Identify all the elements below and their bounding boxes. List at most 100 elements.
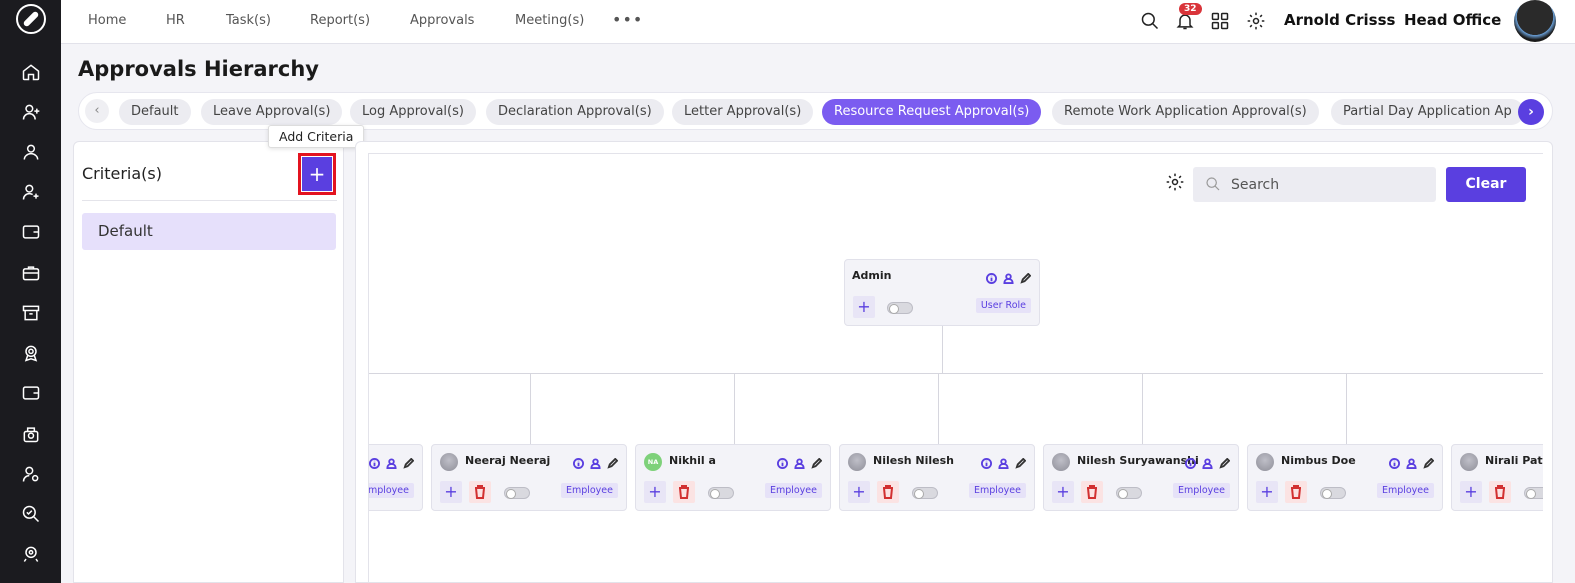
trash-icon	[679, 485, 689, 499]
trash-icon	[1495, 485, 1505, 499]
user-add-icon[interactable]	[20, 101, 42, 123]
hierarchy-node-nilesh-nilesh: Nilesh Nilesh + Employee	[839, 444, 1035, 511]
delete-button[interactable]	[1489, 481, 1511, 503]
edit-icon[interactable]	[1020, 269, 1032, 284]
info-icon[interactable]	[981, 454, 992, 469]
clear-button[interactable]: Clear	[1446, 167, 1526, 202]
add-child-button[interactable]: +	[440, 481, 462, 503]
search-icon[interactable]	[1140, 11, 1160, 31]
chevron-right-icon[interactable]: ›	[1518, 99, 1544, 125]
edit-icon[interactable]	[403, 454, 415, 469]
role-badge: Employee	[560, 483, 618, 498]
card-icon[interactable]	[20, 382, 42, 404]
add-child-button[interactable]: +	[848, 481, 870, 503]
delete-button[interactable]	[877, 481, 899, 503]
nav-reports[interactable]: Report(s)	[310, 13, 370, 28]
status-toggle[interactable]	[504, 487, 530, 499]
status-toggle[interactable]	[912, 487, 938, 499]
status-toggle[interactable]	[1524, 487, 1543, 499]
node-name: Admin	[852, 269, 892, 282]
badge-icon[interactable]	[20, 342, 42, 364]
criteria-panel: Criteria(s) + Default	[73, 141, 344, 583]
person-icon[interactable]	[386, 454, 397, 469]
info-icon[interactable]	[573, 454, 584, 469]
left-sidebar	[0, 0, 61, 583]
home-icon[interactable]	[20, 61, 42, 83]
hierarchy-settings-icon[interactable]	[1165, 172, 1185, 192]
hierarchy-node-nilesh-suryawanshi: Nilesh Suryawanshi + Employee	[1043, 444, 1239, 511]
add-child-button[interactable]: +	[1052, 481, 1074, 503]
tab-leave-approvals[interactable]: Leave Approval(s)	[201, 99, 343, 125]
add-child-button[interactable]: +	[644, 481, 666, 503]
trash-icon	[475, 485, 485, 499]
gift-icon[interactable]	[20, 423, 42, 445]
add-child-button[interactable]: +	[1460, 481, 1482, 503]
gear-icon[interactable]	[1246, 11, 1266, 31]
edit-icon[interactable]	[1423, 454, 1435, 469]
chevron-left-icon[interactable]: ‹	[85, 99, 109, 123]
delete-button[interactable]	[1081, 481, 1103, 503]
tab-default[interactable]: Default	[119, 99, 191, 125]
edit-icon[interactable]	[1015, 454, 1027, 469]
status-toggle[interactable]	[708, 487, 734, 499]
info-icon[interactable]	[1185, 454, 1196, 469]
info-icon[interactable]	[1389, 454, 1400, 469]
info-icon[interactable]	[777, 454, 788, 469]
hierarchy-node-neeraj-neeraj: Neeraj Neeraj + Employee	[431, 444, 627, 511]
wallet-icon[interactable]	[20, 221, 42, 243]
role-badge: mployee	[369, 483, 414, 498]
user-name[interactable]: Arnold Crisss	[1284, 11, 1395, 29]
tree-line	[1142, 373, 1143, 444]
tab-log-approvals[interactable]: Log Approval(s)	[350, 99, 476, 125]
nav-hr[interactable]: HR	[166, 13, 185, 28]
person-icon[interactable]	[1003, 269, 1014, 284]
apps-grid-icon[interactable]	[1210, 11, 1230, 31]
app-logo-icon[interactable]	[16, 4, 46, 34]
person-icon[interactable]	[1202, 454, 1213, 469]
person-icon[interactable]	[590, 454, 601, 469]
person-icon[interactable]	[998, 454, 1009, 469]
status-toggle[interactable]	[1116, 487, 1142, 499]
nav-meetings[interactable]: Meeting(s)	[515, 13, 584, 28]
avatar[interactable]	[1514, 0, 1556, 42]
hierarchy-node-nirali-patel: Nirali Pate +	[1451, 444, 1543, 511]
node-actions	[777, 454, 823, 469]
nav-approvals[interactable]: Approvals	[410, 13, 474, 28]
edit-icon[interactable]	[607, 454, 619, 469]
status-toggle[interactable]	[1320, 487, 1346, 499]
tab-remote-work-approvals[interactable]: Remote Work Application Approval(s)	[1052, 99, 1319, 125]
office-name[interactable]: Head Office	[1404, 11, 1501, 29]
node-actions	[981, 454, 1027, 469]
tab-partial-day-approvals[interactable]: Partial Day Application Ap	[1331, 99, 1524, 125]
more-menu-icon[interactable]: •••	[612, 10, 643, 29]
nav-home[interactable]: Home	[88, 13, 126, 28]
briefcase-icon[interactable]	[20, 262, 42, 284]
user-gear-icon[interactable]	[20, 463, 42, 485]
search-check-icon[interactable]	[20, 503, 42, 525]
delete-button[interactable]	[673, 481, 695, 503]
search-input[interactable]	[1231, 167, 1427, 202]
criteria-item-default[interactable]: Default	[82, 213, 336, 250]
headset-icon[interactable]	[20, 543, 42, 565]
tab-declaration-approvals[interactable]: Declaration Approval(s)	[486, 99, 664, 125]
hierarchy-node: mployee	[369, 444, 423, 511]
person-icon[interactable]	[794, 454, 805, 469]
user-plus-icon[interactable]	[20, 181, 42, 203]
delete-button[interactable]	[469, 481, 491, 503]
add-criteria-button[interactable]: +	[298, 153, 336, 195]
edit-icon[interactable]	[811, 454, 823, 469]
add-child-button[interactable]: +	[1256, 481, 1278, 503]
edit-icon[interactable]	[1219, 454, 1231, 469]
criteria-title: Criteria(s)	[82, 164, 162, 183]
info-icon[interactable]	[369, 454, 380, 469]
status-toggle[interactable]	[887, 302, 913, 314]
tab-resource-request-approvals[interactable]: Resource Request Approval(s)	[822, 99, 1042, 125]
nav-tasks[interactable]: Task(s)	[226, 13, 271, 28]
tab-letter-approvals[interactable]: Letter Approval(s)	[672, 99, 814, 125]
add-child-button[interactable]: +	[853, 296, 875, 318]
person-icon[interactable]	[1406, 454, 1417, 469]
archive-icon[interactable]	[20, 302, 42, 324]
delete-button[interactable]	[1285, 481, 1307, 503]
info-icon[interactable]	[986, 269, 997, 284]
user-icon[interactable]	[20, 141, 42, 163]
